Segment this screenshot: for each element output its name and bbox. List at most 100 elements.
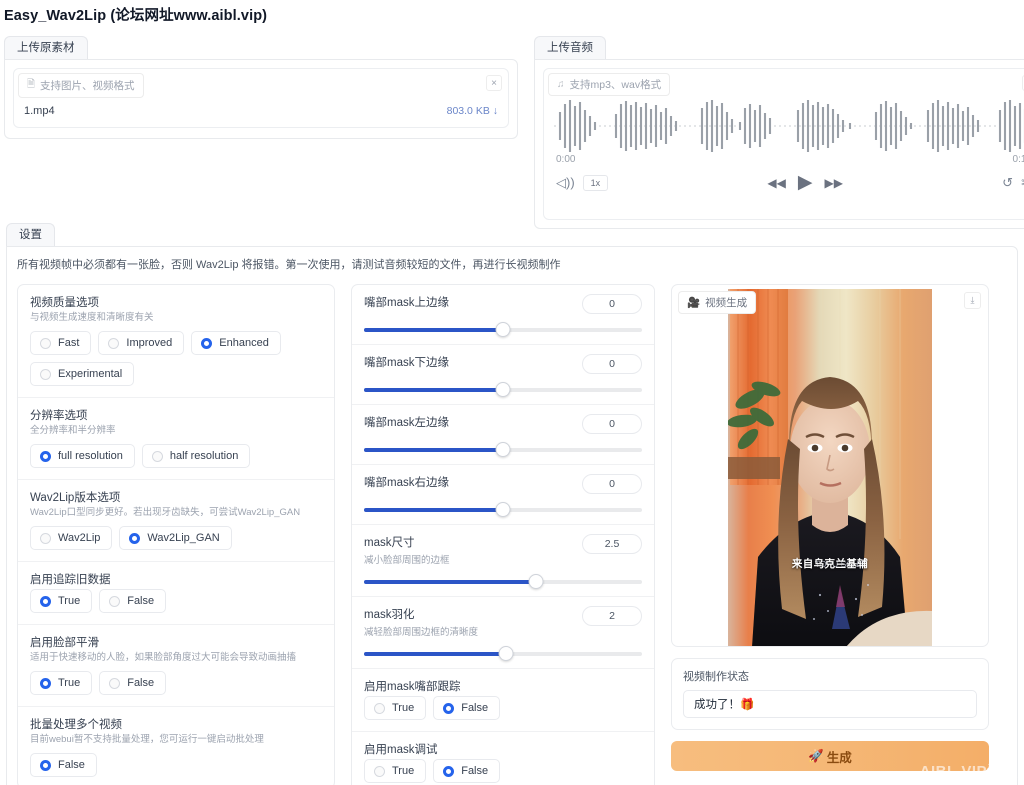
slider-label: mask羽化: [364, 609, 415, 621]
mask-setting-1-option[interactable]: False: [433, 759, 501, 783]
slider-thumb[interactable]: [495, 322, 511, 337]
audio-upload-section: 上传音频 ♫ 支持mp3、wav格式 ×: [534, 36, 1024, 229]
page-title: Easy_Wav2Lip (论坛网址www.aibl.vip): [4, 8, 268, 24]
rocket-icon: 🚀: [808, 748, 824, 763]
setting-4-option[interactable]: True: [30, 671, 93, 695]
setting-0-option[interactable]: Fast: [30, 331, 92, 355]
mask-setting-1-option[interactable]: True: [364, 759, 427, 783]
download-icon[interactable]: ⤓: [964, 292, 981, 309]
mask-setting-1-group: 启用mask调试 True False: [352, 732, 654, 785]
video-clear-button[interactable]: ×: [486, 75, 502, 91]
slider-thumb[interactable]: [495, 382, 511, 397]
setting-0-option-label: Fast: [58, 337, 80, 349]
slider-thumb[interactable]: [528, 574, 544, 589]
video-dropzone[interactable]: 🗎 支持图片、视频格式 × 1.mp4 803.0 KB ↓: [13, 68, 509, 128]
video-file-name: 1.mp4: [24, 105, 55, 117]
slider-value-input[interactable]: 2: [582, 606, 642, 626]
setting-0-option-label: Enhanced: [219, 337, 269, 349]
setting-1-hint: 全分辨率和半分辨率: [30, 425, 116, 436]
audio-dropzone[interactable]: ♫ 支持mp3、wav格式 ×: [543, 68, 1024, 220]
setting-0-option[interactable]: Enhanced: [191, 331, 281, 355]
tab-upload-audio[interactable]: 上传音频: [534, 36, 606, 59]
slider-track[interactable]: [364, 646, 642, 661]
slider-label: 嘴部mask右边缘: [364, 477, 449, 489]
setting-3-option[interactable]: False: [99, 589, 167, 613]
radio-dot-icon: [374, 765, 385, 777]
setting-1-option[interactable]: half resolution: [141, 444, 251, 468]
slider-value-input[interactable]: 2.5: [582, 534, 642, 554]
mask-setting-1-label: 启用mask调试: [364, 744, 438, 756]
slider-value-input[interactable]: 0: [582, 294, 642, 314]
status-card: 视频制作状态 成功了！🎁: [671, 658, 989, 730]
file-icon: 🗎: [27, 79, 36, 90]
setting-2-option[interactable]: Wav2Lip_GAN: [119, 526, 232, 550]
music-note-icon: ♫: [557, 79, 565, 90]
radio-dot-icon: [443, 765, 455, 777]
video-format-hint: 🗎 支持图片、视频格式: [18, 73, 144, 98]
setting-0-option[interactable]: Experimental: [30, 362, 135, 386]
setting-2-option[interactable]: Wav2Lip: [30, 526, 113, 550]
audio-format-hint-label: 支持mp3、wav格式: [569, 79, 662, 91]
slider-thumb[interactable]: [495, 442, 511, 457]
slider-value-input[interactable]: 0: [582, 474, 642, 494]
slider-fill: [364, 448, 503, 452]
play-icon[interactable]: ▶: [798, 173, 813, 192]
video-upload-section: 上传原素材 🗎 支持图片、视频格式 × 1.mp4 803.0 KB ↓: [4, 36, 518, 139]
slider-value-input[interactable]: 0: [582, 354, 642, 374]
slider-label: 嘴部mask下边缘: [364, 357, 449, 369]
mask-setting-0-option[interactable]: True: [364, 696, 427, 720]
mask-setting-0-option[interactable]: False: [433, 696, 501, 720]
setting-2-hint: Wav2Lip口型同步更好。若出现牙齿缺失，可尝试Wav2Lip_GAN: [30, 507, 301, 518]
slider-header: 嘴部mask下边缘 0: [364, 354, 642, 374]
video-preview[interactable]: TOPU SCHO 来自乌克兰基辅: [728, 289, 932, 646]
generate-button[interactable]: 🚀 生成: [671, 741, 989, 771]
video-download-icon[interactable]: ↓: [493, 105, 498, 117]
setting-0-option[interactable]: Improved: [98, 331, 185, 355]
slider-track[interactable]: [364, 502, 642, 517]
audio-waveform[interactable]: [554, 96, 1024, 156]
setting-0-options: Fast Improved Enhanced Experimental: [30, 331, 322, 386]
forward-icon[interactable]: ▶▶: [824, 177, 842, 189]
settings-description: 所有视频帧中必须都有一张脸，否则 Wav2Lip 将报错。第一次使用，请测试音频…: [17, 259, 561, 271]
slider-thumb[interactable]: [495, 502, 511, 517]
slider-track[interactable]: [364, 322, 642, 337]
playback-speed-button[interactable]: 1x: [582, 174, 609, 191]
volume-icon[interactable]: ◁)): [556, 176, 575, 189]
setting-2-group: Wav2Lip版本选项 Wav2Lip口型同步更好。若出现牙齿缺失，可尝试Wav2…: [18, 480, 334, 562]
setting-1-label: 分辨率选项: [30, 410, 88, 422]
slider-track[interactable]: [364, 442, 642, 457]
slider-track[interactable]: [364, 574, 642, 589]
setting-4-option-label: True: [58, 677, 81, 689]
setting-2-option-label: Wav2Lip: [58, 532, 101, 544]
setting-4-option[interactable]: False: [99, 671, 167, 695]
slider-text: mask羽化 减轻脸部周围边框的清晰度: [364, 606, 478, 638]
radio-dot-icon: [40, 532, 51, 544]
slider-track[interactable]: [364, 382, 642, 397]
slider-row: 嘴部mask上边缘 0: [352, 285, 654, 345]
quality-options-card: 视频质量选项 与视频生成速度和清晰度有关 Fast Improved Enhanced E…: [17, 284, 335, 785]
slider-thumb[interactable]: [498, 646, 514, 661]
setting-4-group: 启用脸部平滑 适用于快速移动的人脸，如果脸部角度过大可能会导致动画抽搐 True Fa…: [18, 625, 334, 707]
tab-upload-source[interactable]: 上传原素材: [4, 36, 88, 59]
tab-settings[interactable]: 设置: [6, 223, 55, 246]
radio-dot-icon: [129, 532, 141, 544]
setting-3-option[interactable]: True: [30, 589, 93, 613]
waveform-svg: [554, 100, 1024, 152]
setting-5-option-label: False: [58, 759, 85, 771]
setting-3-option-label: False: [127, 595, 155, 607]
slider-header: 嘴部mask左边缘 0: [364, 414, 642, 434]
setting-5-option[interactable]: False: [30, 753, 97, 777]
undo-icon[interactable]: ↺: [1002, 176, 1013, 189]
rewind-icon[interactable]: ◀◀: [767, 177, 785, 189]
setting-3-label: 启用追踪旧数据: [30, 574, 111, 586]
setting-0-option-label: Experimental: [58, 368, 123, 380]
setting-5-label: 批量处理多个视频: [30, 719, 122, 731]
slider-value-input[interactable]: 0: [582, 414, 642, 434]
settings-tabbar: 设置: [6, 223, 1018, 246]
slider-hint: 减小脸部周围的边框: [364, 555, 450, 566]
radio-dot-icon: [374, 702, 385, 714]
radio-dot-icon: [151, 450, 163, 462]
slider-fill: [364, 580, 537, 584]
video-file-row: 1.mp4 803.0 KB ↓: [14, 98, 508, 126]
setting-1-option[interactable]: full resolution: [30, 444, 135, 468]
